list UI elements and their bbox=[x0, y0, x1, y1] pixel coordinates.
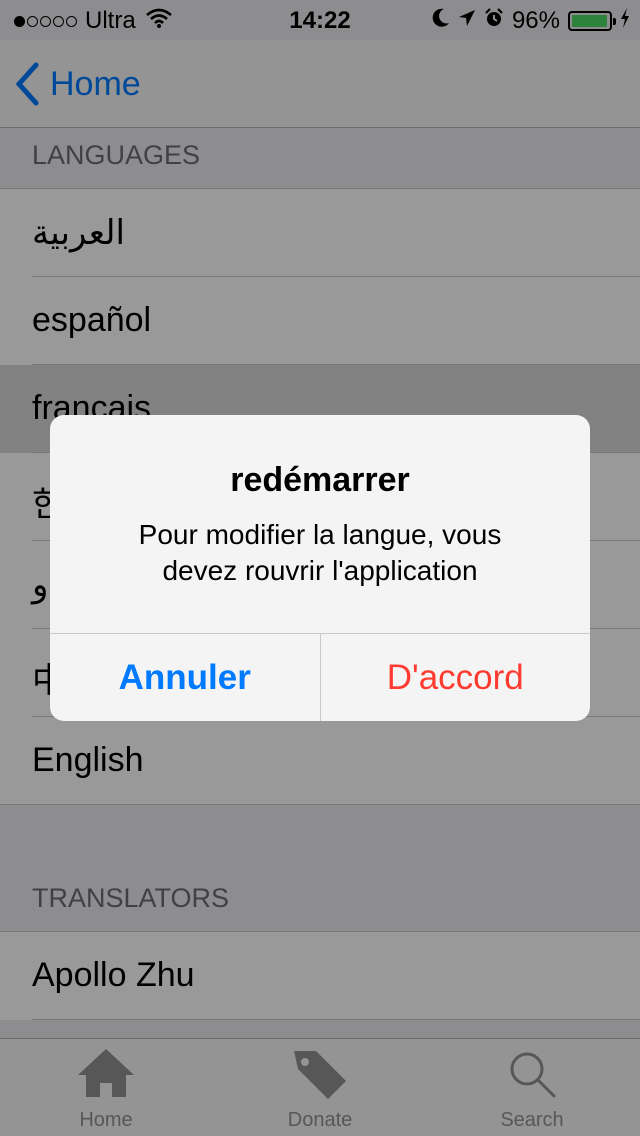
alert-message-line: Pour modifier la langue, vous bbox=[138, 519, 502, 550]
cancel-button[interactable]: Annuler bbox=[50, 634, 321, 721]
alert-button-row: Annuler D'accord bbox=[50, 633, 590, 721]
ok-button[interactable]: D'accord bbox=[321, 634, 591, 721]
alert-message: Pour modifier la langue, vous devez rouv… bbox=[80, 517, 560, 589]
alert-title: redémarrer bbox=[230, 461, 410, 499]
restart-alert-dialog: redémarrer Pour modifier la langue, vous… bbox=[50, 415, 590, 721]
alert-message-line: devez rouvrir l'application bbox=[162, 555, 478, 586]
